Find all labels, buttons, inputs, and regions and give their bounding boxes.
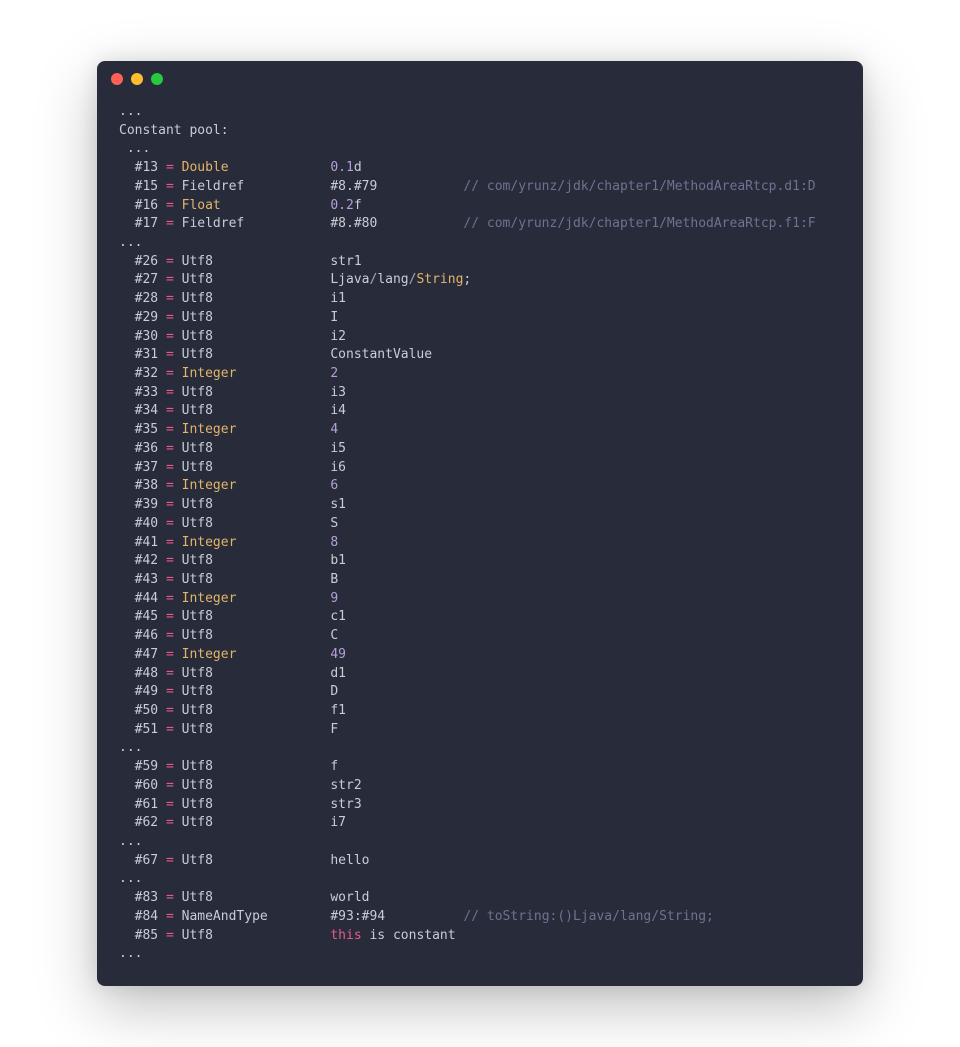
- pool-row: #27 = Utf8 Ljava/lang/String;: [119, 272, 471, 287]
- heading-line: Constant pool:: [119, 123, 229, 138]
- terminal-window: ... Constant pool: ... #13 = Double 0.1d…: [97, 61, 863, 986]
- pool-row: #38 = Integer 6: [119, 478, 338, 493]
- titlebar: [97, 61, 863, 97]
- pool-row: #41 = Integer 8: [119, 535, 338, 550]
- pool-row: #30 = Utf8 i2: [119, 329, 346, 344]
- pool-row: #29 = Utf8 I: [119, 310, 338, 325]
- pool-row: #67 = Utf8 hello: [119, 853, 369, 868]
- pool-row: #60 = Utf8 str2: [119, 778, 362, 793]
- pool-row: #43 = Utf8 B: [119, 572, 338, 587]
- pool-row: #31 = Utf8 ConstantValue: [119, 347, 432, 362]
- pool-row: #39 = Utf8 s1: [119, 497, 346, 512]
- pool-row: #51 = Utf8 F: [119, 722, 338, 737]
- pool-row: #44 = Integer 9: [119, 591, 338, 606]
- pool-row: #42 = Utf8 b1: [119, 553, 346, 568]
- ellipsis-line: ...: [119, 235, 142, 250]
- pool-row: #33 = Utf8 i3: [119, 385, 346, 400]
- ellipsis-line: ...: [119, 740, 142, 755]
- code-block: ... Constant pool: ... #13 = Double 0.1d…: [97, 97, 863, 974]
- ellipsis-line: ...: [119, 104, 142, 119]
- pool-row: #28 = Utf8 i1: [119, 291, 346, 306]
- pool-row: #83 = Utf8 world: [119, 890, 369, 905]
- close-icon[interactable]: [111, 73, 123, 85]
- pool-row: #16 = Float 0.2f: [119, 198, 362, 213]
- pool-row: #85 = Utf8 this is constant: [119, 928, 456, 943]
- pool-row: #62 = Utf8 i7: [119, 815, 346, 830]
- canvas: ... Constant pool: ... #13 = Double 0.1d…: [0, 0, 960, 1047]
- ellipsis-line: ...: [119, 871, 142, 886]
- pool-row: #49 = Utf8 D: [119, 684, 338, 699]
- pool-row: #48 = Utf8 d1: [119, 666, 346, 681]
- pool-row: #37 = Utf8 i6: [119, 460, 346, 475]
- pool-row: #47 = Integer 49: [119, 647, 346, 662]
- pool-row: #40 = Utf8 S: [119, 516, 338, 531]
- pool-row: #61 = Utf8 str3: [119, 797, 362, 812]
- pool-row: #32 = Integer 2: [119, 366, 338, 381]
- ellipsis-line: ...: [119, 834, 142, 849]
- ellipsis-line: ...: [119, 141, 150, 156]
- pool-row: #15 = Fieldref #8.#79 // com/yrunz/jdk/c…: [119, 179, 816, 194]
- pool-row: #59 = Utf8 f: [119, 759, 338, 774]
- minimize-icon[interactable]: [131, 73, 143, 85]
- pool-row: #46 = Utf8 C: [119, 628, 338, 643]
- pool-row: #34 = Utf8 i4: [119, 403, 346, 418]
- pool-row: #45 = Utf8 c1: [119, 609, 346, 624]
- pool-row: #17 = Fieldref #8.#80 // com/yrunz/jdk/c…: [119, 216, 816, 231]
- pool-row: #84 = NameAndType #93:#94 // toString:()…: [119, 909, 714, 924]
- pool-row: #50 = Utf8 f1: [119, 703, 346, 718]
- ellipsis-line: ...: [119, 946, 142, 961]
- pool-row: #26 = Utf8 str1: [119, 254, 362, 269]
- pool-row: #13 = Double 0.1d: [119, 160, 362, 175]
- pool-row: #35 = Integer 4: [119, 422, 338, 437]
- maximize-icon[interactable]: [151, 73, 163, 85]
- pool-row: #36 = Utf8 i5: [119, 441, 346, 456]
